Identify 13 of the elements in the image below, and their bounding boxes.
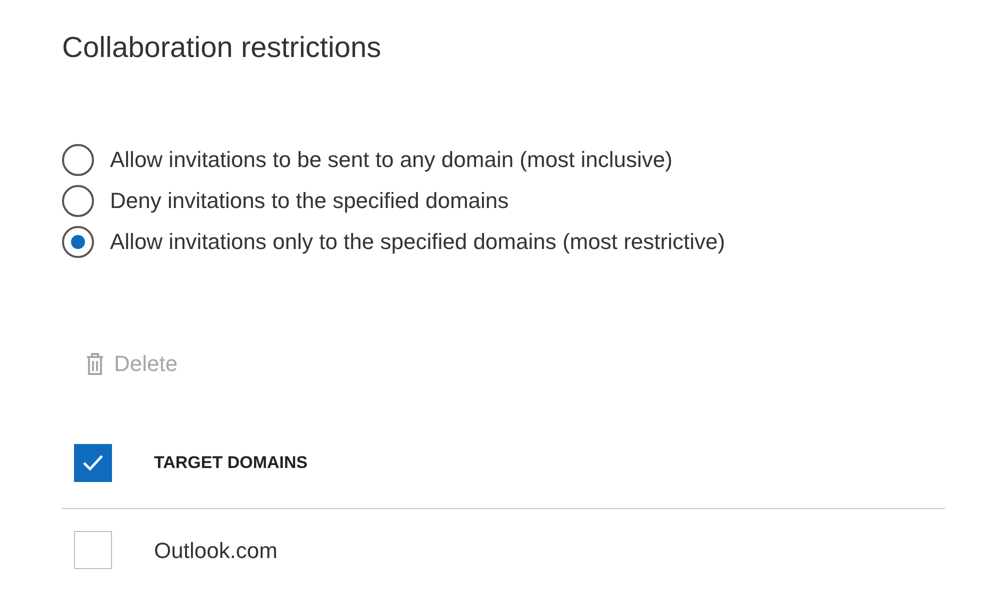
radio-label: Allow invitations only to the specified domains (most restrictive): [110, 228, 726, 256]
checkbox[interactable]: [74, 531, 112, 569]
radio-label: Deny invitations to the specified domains: [110, 187, 509, 215]
radio-button[interactable]: [62, 144, 94, 176]
radio-label: Allow invitations to be sent to any domain (most inclusive): [110, 146, 672, 174]
radio-button[interactable]: [62, 226, 94, 258]
column-header: TARGET DOMAINS: [154, 452, 308, 474]
table-cell-text: Outlook.com: [154, 536, 278, 564]
trash-icon: [86, 353, 104, 375]
radio-button[interactable]: [62, 185, 94, 217]
checkmark-icon: [82, 454, 104, 472]
section-title: Collaboration restrictions: [62, 31, 382, 66]
checkbox[interactable]: [74, 444, 112, 482]
